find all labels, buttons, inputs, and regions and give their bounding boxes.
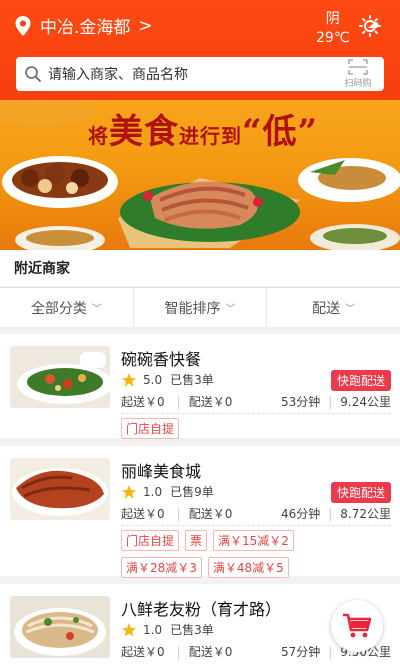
merchant-rating: 1.0 已售9单 (121, 483, 214, 500)
filter-all-categories[interactable]: 全部分类 ﹀ (0, 288, 134, 327)
delivery-fee: 配送￥0 (188, 395, 233, 409)
chevron-right-icon: > (138, 15, 153, 36)
rating-value: 1.0 (143, 622, 163, 637)
cart-icon (343, 613, 372, 638)
tag: 满￥28减￥3 (121, 557, 202, 578)
delivery-time: 46分钟 (280, 507, 321, 521)
filter-delivery[interactable]: 配送 ﹀ (267, 288, 400, 327)
banner-text-1: 将 (88, 124, 109, 148)
merchant-rating: 1.0 已售3单 (121, 621, 214, 638)
delivery-time: 53分钟 (280, 395, 321, 409)
merchant-distance: 46分钟 | 8.72公里 (281, 505, 391, 522)
distance: 8.72公里 (340, 507, 391, 521)
temperature: 29℃ (316, 30, 350, 46)
start-price: 起送￥0 (121, 395, 165, 409)
search-icon (25, 66, 41, 82)
filter-label: 智能排序 (164, 300, 221, 317)
star-icon (122, 372, 136, 386)
delivery-tag: 快跑配送 (330, 482, 391, 503)
separator: | (176, 507, 181, 521)
merchant-image (10, 346, 110, 408)
merchant-name: 碗碗香快餐 (121, 350, 202, 369)
scan-label: 扫码购 (344, 79, 372, 89)
tag: 满￥48减￥5 (207, 557, 289, 578)
merchant-card[interactable]: 碗碗香快餐 5.0 已售3单 快跑配送 起送￥0 | 配送￥0 53分钟 | 9.24公… (0, 334, 400, 439)
merchant-distance: 57分钟 | 9.50公里 (281, 643, 391, 660)
filter-label: 配送 (312, 300, 341, 317)
chevron-down-icon: ﹀ (225, 304, 236, 315)
filter-bar: 全部分类 ﹀ 智能排序 ﹀ 配送 ﹀ (0, 287, 400, 327)
separator: | (328, 507, 333, 521)
start-price: 起送￥0 (121, 645, 165, 659)
scan-icon (348, 59, 368, 75)
merchant-fees: 起送￥0 | 配送￥0 (121, 643, 244, 660)
merchant-distance: 53分钟 | 9.24公里 (281, 393, 391, 410)
divider (121, 525, 391, 526)
rating-value: 1.0 (143, 484, 163, 499)
rating-value: 5.0 (143, 372, 163, 387)
merchant-rating: 5.0 已售3单 (121, 371, 214, 388)
merchant-card[interactable]: 丽峰美食城 1.0 已售9单 快跑配送 起送￥0 | 配送￥0 46分钟 | 8.72公… (0, 446, 400, 578)
sold-count: 已售3单 (170, 623, 214, 637)
delivery-time: 57分钟 (280, 645, 321, 659)
star-icon (122, 622, 136, 636)
tag: 票 (185, 530, 208, 551)
search-placeholder: 请输入商家、商品名称 (48, 67, 188, 83)
banner-text-3: 进行到 (179, 124, 242, 148)
weather-info: 阴 29℃ (316, 8, 350, 46)
weather-condition: 阴 (325, 11, 340, 27)
divider (121, 413, 391, 414)
weather-icon (359, 15, 381, 37)
app: 中冶.金海都 > 阴 29℃ 请输入商家、商品名称 扫码购 将美食进行到“低” … (0, 0, 400, 666)
merchant-image (10, 596, 110, 658)
filter-label: 全部分类 (30, 300, 87, 317)
banner-text-4: “低” (242, 112, 319, 152)
delivery-fee: 配送￥0 (188, 645, 233, 659)
star-icon (122, 484, 136, 498)
location-selector[interactable]: 中冶.金海都 > (14, 13, 153, 38)
tag: 门店自提 (121, 418, 180, 439)
sold-count: 已售9单 (170, 485, 214, 499)
banner-text-2: 美食 (109, 112, 179, 152)
merchant-image (10, 458, 110, 520)
separator: | (328, 395, 333, 409)
header: 中冶.金海都 > 阴 29℃ 请输入商家、商品名称 扫码购 (0, 0, 400, 100)
sold-count: 已售3单 (170, 373, 214, 387)
delivery-tag: 快跑配送 (330, 370, 391, 391)
separator: | (328, 645, 333, 659)
location-text: 中冶.金海都 (40, 18, 131, 38)
chevron-down-icon: ﹀ (91, 304, 102, 315)
search-bar[interactable]: 请输入商家、商品名称 扫码购 (16, 57, 384, 91)
separator: | (176, 395, 181, 409)
section-title: 附近商家 (0, 250, 400, 286)
banner-slogan: 将美食进行到“低” (88, 104, 318, 153)
merchant-tags: 门店自提 (121, 418, 392, 445)
merchant-name: 八鲜老友粉（育才路） (121, 600, 282, 619)
distance: 9.24公里 (340, 395, 391, 409)
start-price: 起送￥0 (121, 507, 165, 521)
cart-button[interactable] (331, 600, 383, 652)
merchant-tags: 门店自提票满￥15减￥2 满￥28减￥3 满￥48减￥5 (121, 530, 392, 584)
promo-banner[interactable]: 将美食进行到“低” (0, 100, 400, 250)
scan-button[interactable]: 扫码购 (338, 59, 378, 89)
tag: 门店自提 (121, 530, 180, 551)
merchant-fees: 起送￥0 | 配送￥0 (121, 505, 244, 522)
merchant-fees: 起送￥0 | 配送￥0 (121, 393, 244, 410)
delivery-fee: 配送￥0 (188, 507, 233, 521)
location-pin-icon (15, 15, 31, 36)
chevron-down-icon: ﹀ (345, 304, 356, 315)
tag: 满￥15减￥2 (213, 530, 294, 551)
filter-smart-sort[interactable]: 智能排序 ﹀ (134, 288, 268, 327)
merchant-name: 丽峰美食城 (121, 462, 202, 481)
separator: | (176, 645, 181, 659)
